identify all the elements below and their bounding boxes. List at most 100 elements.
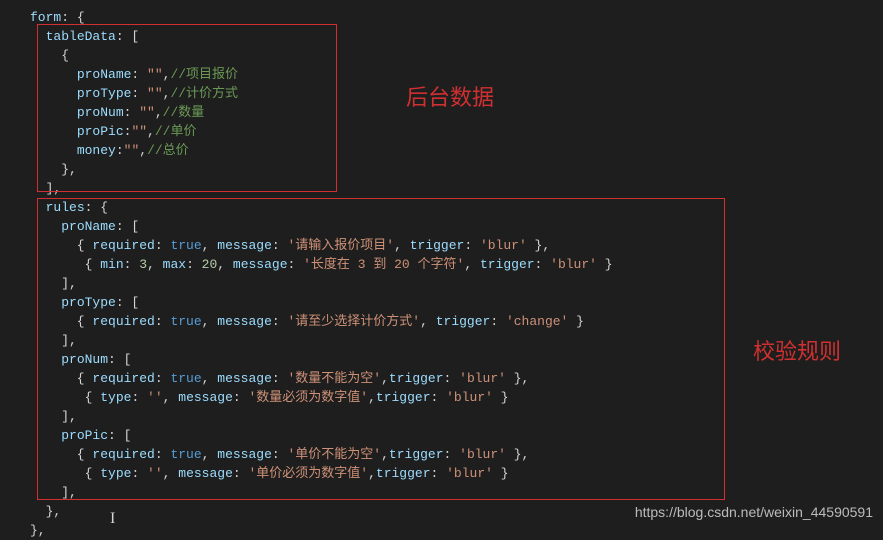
code-token <box>30 200 46 215</box>
code-token: : [ <box>108 352 131 367</box>
code-token: { <box>30 238 92 253</box>
code-token: 20 <box>202 257 218 272</box>
code-token <box>30 295 61 310</box>
code-token: : <box>155 447 171 462</box>
code-token: : <box>116 143 124 158</box>
code-token: : <box>124 257 140 272</box>
code-token: message <box>178 466 233 481</box>
code-token: : <box>155 314 171 329</box>
code-token: , <box>381 447 389 462</box>
code-token: 'blur' <box>459 371 506 386</box>
code-token: , <box>163 466 179 481</box>
code-token: '请输入报价项目' <box>288 238 395 253</box>
code-token: , <box>217 257 233 272</box>
code-token: : <box>131 86 147 101</box>
code-token: ], <box>30 485 77 500</box>
code-token: : <box>272 371 288 386</box>
code-line: proType: [ <box>30 293 883 312</box>
code-token: : <box>131 390 147 405</box>
code-token: true <box>170 314 201 329</box>
code-line: money:"",//总价 <box>30 141 883 160</box>
code-token: : <box>186 257 202 272</box>
code-token: : <box>490 314 506 329</box>
code-token: : [ <box>116 219 139 234</box>
code-token: true <box>170 447 201 462</box>
code-line: { required: true, message: '请输入报价项目', tr… <box>30 236 883 255</box>
code-token: ], <box>30 333 77 348</box>
code-token: { <box>30 447 92 462</box>
code-token: }, <box>506 447 529 462</box>
code-token: required <box>92 238 154 253</box>
code-token: proName <box>77 67 132 82</box>
code-token: true <box>170 238 201 253</box>
code-token: '数量不能为空' <box>288 371 382 386</box>
code-line: ], <box>30 179 883 198</box>
code-token: money <box>77 143 116 158</box>
code-line: { required: true, message: '请至少选择计价方式', … <box>30 312 883 331</box>
code-token: , <box>147 124 155 139</box>
code-token <box>30 67 77 82</box>
code-token: , <box>163 390 179 405</box>
code-line: form: { <box>30 8 883 27</box>
code-token: //数量 <box>163 105 205 120</box>
code-line: { required: true, message: '单价不能为空',trig… <box>30 445 883 464</box>
code-line: { required: true, message: '数量不能为空',trig… <box>30 369 883 388</box>
code-token: proPic <box>61 428 108 443</box>
code-token: } <box>568 314 584 329</box>
code-token: , <box>155 105 163 120</box>
code-line: { type: '', message: '单价必须为数字值',trigger:… <box>30 464 883 483</box>
code-token: "" <box>147 86 163 101</box>
code-token: proNum <box>77 105 124 120</box>
code-token: //项目报价 <box>170 67 238 82</box>
code-token: : <box>464 238 480 253</box>
code-token: type <box>100 390 131 405</box>
code-token: message <box>217 314 272 329</box>
code-token: message <box>217 238 272 253</box>
code-token: : <box>272 314 288 329</box>
code-token: 'blur' <box>550 257 597 272</box>
watermark-text: https://blog.csdn.net/weixin_44590591 <box>635 504 873 520</box>
code-token: required <box>92 371 154 386</box>
code-token: , <box>464 257 480 272</box>
code-token: 'blur' <box>446 466 493 481</box>
code-line: { <box>30 46 883 65</box>
code-token: proPic <box>77 124 124 139</box>
code-token: , <box>394 238 410 253</box>
code-token: //计价方式 <box>170 86 238 101</box>
label-validation-rules: 校验规则 <box>753 334 841 366</box>
code-token: , <box>368 390 376 405</box>
code-token: { <box>30 390 100 405</box>
code-token: } <box>493 390 509 405</box>
code-token: message <box>217 371 272 386</box>
code-token: "" <box>147 67 163 82</box>
code-token: : <box>155 371 171 386</box>
code-token: }, <box>30 504 61 519</box>
code-token: 'blur' <box>446 390 493 405</box>
code-token: , <box>202 371 218 386</box>
code-token: : <box>124 105 140 120</box>
code-token: : <box>131 466 147 481</box>
code-token: message <box>178 390 233 405</box>
code-token: trigger <box>480 257 535 272</box>
code-token: required <box>92 314 154 329</box>
code-token: { <box>30 466 100 481</box>
code-token: , <box>368 466 376 481</box>
code-line: ], <box>30 274 883 293</box>
code-token: proType <box>61 295 116 310</box>
code-token <box>30 219 61 234</box>
code-token: , <box>202 238 218 253</box>
code-token: { <box>30 257 100 272</box>
label-backend-data: 后台数据 <box>406 80 494 112</box>
code-line: { type: '', message: '数量必须为数字值',trigger:… <box>30 388 883 407</box>
code-token: : <box>272 447 288 462</box>
code-token: } <box>493 466 509 481</box>
code-token: ], <box>30 276 77 291</box>
code-token <box>30 428 61 443</box>
code-token: : <box>535 257 551 272</box>
code-token: , <box>139 143 147 158</box>
code-token: : <box>431 466 447 481</box>
code-token: proName <box>61 219 116 234</box>
code-token: }, <box>527 238 550 253</box>
code-token: max <box>163 257 186 272</box>
code-line: rules: { <box>30 198 883 217</box>
